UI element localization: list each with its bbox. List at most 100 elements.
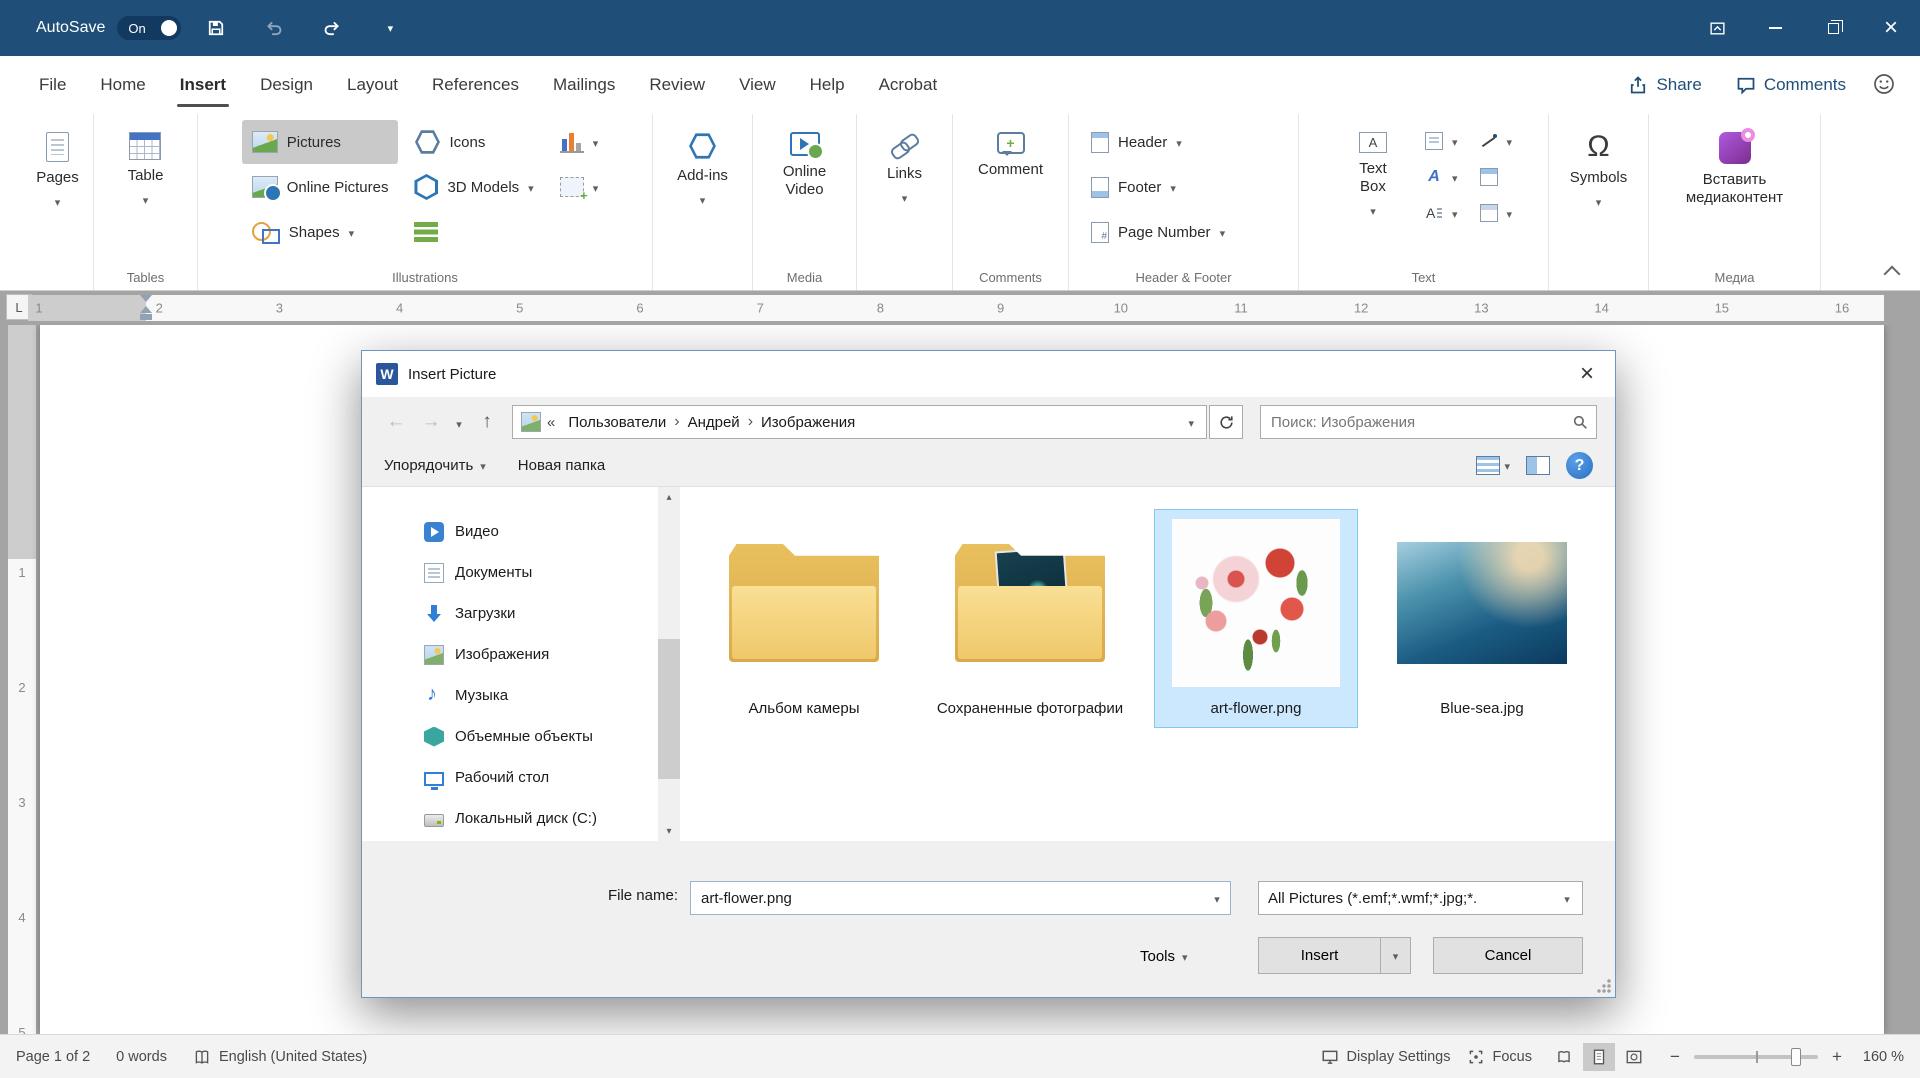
zoom-level[interactable]: 160 % [1856, 1049, 1904, 1065]
date-time-button[interactable] [1476, 162, 1502, 192]
sidebar-folder-item[interactable]: Видео [362, 511, 658, 552]
drop-cap-button[interactable] [1421, 198, 1462, 228]
links-button[interactable]: Links [881, 120, 928, 264]
left-indent-marker[interactable] [140, 314, 152, 320]
recent-locations-button[interactable] [450, 406, 468, 438]
file-name-input[interactable] [691, 890, 1204, 907]
sidebar-folder-item[interactable]: Изображения [362, 634, 658, 675]
address-bar[interactable]: « Пользователи › Андрей › Изображения › [512, 405, 1207, 439]
ribbon-tab[interactable]: File [22, 56, 83, 114]
search-icon[interactable] [1564, 414, 1596, 431]
view-options-button[interactable] [1476, 456, 1510, 475]
organize-button[interactable]: Упорядочить [384, 457, 486, 474]
screenshot-button[interactable] [550, 165, 609, 209]
dialog-titlebar[interactable]: Insert Picture [362, 351, 1615, 397]
zoom-in-button[interactable] [1828, 1047, 1846, 1067]
resize-grip[interactable] [1596, 978, 1612, 994]
online-pictures-button[interactable]: Online Pictures [242, 165, 399, 209]
header-button[interactable]: Header [1081, 120, 1235, 164]
sidebar-folder-item[interactable]: Музыка [362, 675, 658, 716]
refresh-button[interactable] [1209, 405, 1243, 439]
save-button[interactable] [193, 7, 239, 49]
hanging-indent-marker[interactable] [140, 306, 152, 313]
feedback-smiley-button[interactable] [1866, 66, 1902, 105]
undo-button[interactable] [251, 7, 297, 49]
preview-pane-button[interactable] [1526, 456, 1550, 475]
shapes-button[interactable]: Shapes [242, 210, 399, 254]
print-layout-button[interactable] [1583, 1043, 1615, 1071]
ribbon-tab[interactable]: Insert [163, 56, 243, 114]
new-folder-button[interactable]: Новая папка [518, 457, 605, 474]
zoom-slider[interactable] [1694, 1055, 1818, 1059]
sidebar-scrollbar[interactable] [658, 487, 680, 841]
file-item[interactable]: Альбом камеры [702, 509, 906, 728]
icons-button[interactable]: Icons [404, 120, 543, 164]
help-button[interactable] [1566, 452, 1593, 479]
ribbon-tab[interactable]: View [722, 56, 793, 114]
breadcrumb-item[interactable]: Пользователи [561, 410, 673, 435]
sidebar-folder-item[interactable]: Локальный диск (C:) [362, 798, 658, 839]
breadcrumb-item[interactable]: Андрей [681, 410, 747, 435]
customize-quick-access-button[interactable] [367, 7, 413, 49]
maximize-button[interactable] [1804, 0, 1862, 56]
vertical-ruler[interactable]: 1 2 3 4 5 [8, 325, 36, 1034]
file-item[interactable]: Blue-sea.jpg [1380, 509, 1584, 728]
collapse-ribbon-button[interactable] [1884, 266, 1901, 283]
share-button[interactable]: Share [1614, 67, 1715, 103]
cancel-button[interactable]: Cancel [1433, 937, 1583, 974]
ribbon-display-options-button[interactable] [1688, 0, 1746, 56]
dialog-close-button[interactable] [1559, 351, 1615, 397]
file-type-select[interactable]: All Pictures (*.emf;*.wmf;*.jpg;*. [1258, 881, 1583, 915]
symbols-button[interactable]: Symbols [1564, 120, 1634, 264]
ribbon-tab[interactable]: Home [83, 56, 162, 114]
chart-button[interactable] [550, 120, 609, 164]
file-item[interactable]: art-flower.png [1154, 509, 1358, 728]
online-video-button[interactable]: Online Video [769, 120, 841, 264]
page-number-button[interactable]: Page Number [1081, 210, 1235, 254]
forward-button[interactable] [415, 406, 447, 438]
close-button[interactable] [1862, 0, 1920, 56]
sidebar-folder-item[interactable]: Документы [362, 552, 658, 593]
autosave-toggle[interactable]: On [117, 16, 181, 40]
sidebar-folder-item[interactable]: Загрузки [362, 593, 658, 634]
tools-button[interactable]: Tools [1140, 939, 1188, 973]
ribbon-tab[interactable]: References [415, 56, 536, 114]
ribbon-tab[interactable]: Mailings [536, 56, 632, 114]
table-button[interactable]: Table [122, 120, 170, 264]
add-ins-button[interactable]: Add-ins [671, 120, 734, 264]
ribbon-tab[interactable]: Help [793, 56, 862, 114]
up-button[interactable] [471, 406, 503, 438]
ribbon-tab[interactable]: Layout [330, 56, 415, 114]
wordart-button[interactable] [1421, 162, 1462, 192]
web-layout-button[interactable] [1618, 1043, 1650, 1071]
smartart-button[interactable] [404, 210, 543, 254]
word-count[interactable]: 0 words [116, 1049, 167, 1065]
insert-button[interactable]: Insert [1259, 938, 1380, 973]
address-dropdown-chevron[interactable] [1184, 415, 1198, 430]
text-box-button[interactable]: Text Box [1331, 120, 1415, 264]
page-count[interactable]: Page 1 of 2 [16, 1049, 90, 1065]
ribbon-tab[interactable]: Review [632, 56, 722, 114]
insert-media-content-button[interactable]: Вставить медиаконтент [1664, 120, 1806, 264]
minimize-button[interactable] [1746, 0, 1804, 56]
zoom-out-button[interactable] [1666, 1047, 1684, 1067]
comments-button[interactable]: Comments [1722, 67, 1860, 103]
file-name-dropdown-chevron[interactable] [1204, 891, 1230, 906]
ribbon-tab[interactable]: Acrobat [862, 56, 955, 114]
file-item[interactable]: Сохраненные фотографии [928, 509, 1132, 728]
first-line-indent-marker[interactable] [140, 295, 152, 302]
scroll-up-arrow[interactable] [658, 487, 680, 507]
scroll-down-arrow[interactable] [658, 821, 680, 841]
breadcrumb-overflow-icon[interactable]: « [547, 414, 555, 431]
display-settings-button[interactable]: Display Settings [1321, 1048, 1451, 1066]
proofing-button[interactable]: English (United States) [193, 1048, 367, 1066]
back-button[interactable] [380, 406, 412, 438]
object-button[interactable] [1476, 198, 1517, 228]
signature-line-button[interactable] [1476, 126, 1517, 156]
focus-button[interactable]: Focus [1467, 1048, 1533, 1066]
scrollbar-thumb[interactable] [658, 639, 680, 779]
quick-parts-button[interactable] [1421, 126, 1462, 156]
footer-button[interactable]: Footer [1081, 165, 1235, 209]
horizontal-ruler[interactable]: 1 2 3 4 5 6 7 8 9 10 [28, 295, 1884, 321]
pictures-button[interactable]: Pictures [242, 120, 399, 164]
